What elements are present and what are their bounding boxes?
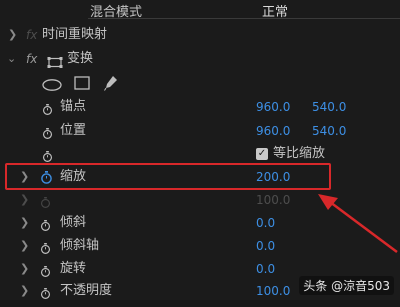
rectangle-mask-icon[interactable] [74, 76, 90, 98]
rotation-label: 旋转 [60, 261, 87, 276]
uniform-scale-checkbox[interactable]: ✓ [256, 148, 268, 160]
transform-row[interactable]: ⌄ fx 变换 [0, 48, 400, 70]
scale-highlight-box [5, 163, 331, 190]
time-remap-row[interactable]: ❯ fx 时间重映射 [0, 24, 400, 46]
position-label: 位置 [60, 123, 87, 138]
scale-width-value: 100.0 [256, 193, 291, 207]
stopwatch-icon[interactable] [40, 285, 51, 307]
position-row: 位置 960.0 540.0 [0, 120, 400, 142]
time-remap-label: 时间重映射 [42, 27, 108, 42]
blend-mode-label: 混合模式 [90, 5, 143, 20]
anchor-point-row: 锚点 960.0 540.0 [0, 96, 400, 118]
uniform-scale-row: ✓ 等比缩放 [0, 143, 400, 165]
chevron-right-icon[interactable]: ❯ [20, 235, 29, 257]
opacity-label: 不透明度 [60, 283, 113, 298]
divider [258, 18, 400, 19]
chevron-right-icon[interactable]: ❯ [20, 212, 29, 234]
blend-mode-row: 混合模式 正常 [0, 2, 400, 24]
chevron-down-icon[interactable]: ⌄ [7, 48, 16, 70]
fx-icon[interactable]: fx [26, 48, 37, 70]
blend-mode-dropdown[interactable]: 正常 [262, 2, 288, 24]
divider [88, 18, 268, 19]
chevron-right-icon[interactable]: ❯ [20, 258, 29, 280]
skew-axis-row: ❯ 倾斜轴 0.0 [0, 235, 400, 257]
chevron-right-icon: ❯ [20, 193, 30, 206]
anchor-x-value[interactable]: 960.0 [256, 96, 290, 118]
position-x-value[interactable]: 960.0 [256, 120, 290, 142]
fx-icon[interactable]: fx [26, 24, 37, 46]
skew-label: 倾斜 [60, 215, 87, 230]
chevron-right-icon[interactable]: ❯ [8, 24, 17, 46]
effect-controls-panel: 混合模式 正常 ❯ fx 时间重映射 ⌄ fx 变换 锚点 960.0 540.… [0, 0, 400, 300]
chevron-right-icon[interactable]: ❯ [20, 280, 29, 302]
skew-axis-value[interactable]: 0.0 [256, 235, 275, 257]
skew-row: ❯ 倾斜 0.0 [0, 212, 400, 234]
skew-axis-label: 倾斜轴 [60, 238, 100, 253]
watermark: 头条 @涼音503 [299, 276, 394, 295]
mask-tools-row [0, 72, 400, 94]
uniform-scale-label: 等比缩放 [273, 146, 326, 161]
skew-value[interactable]: 0.0 [256, 212, 275, 234]
anchor-point-label: 锚点 [60, 99, 87, 114]
scale-width-row: ❯ 100.0 [0, 189, 400, 211]
position-y-value[interactable]: 540.0 [312, 120, 346, 142]
opacity-value[interactable]: 100.0 [256, 280, 290, 302]
transform-label: 变换 [67, 51, 94, 66]
rotation-value[interactable]: 0.0 [256, 258, 275, 280]
anchor-y-value[interactable]: 540.0 [312, 96, 346, 118]
